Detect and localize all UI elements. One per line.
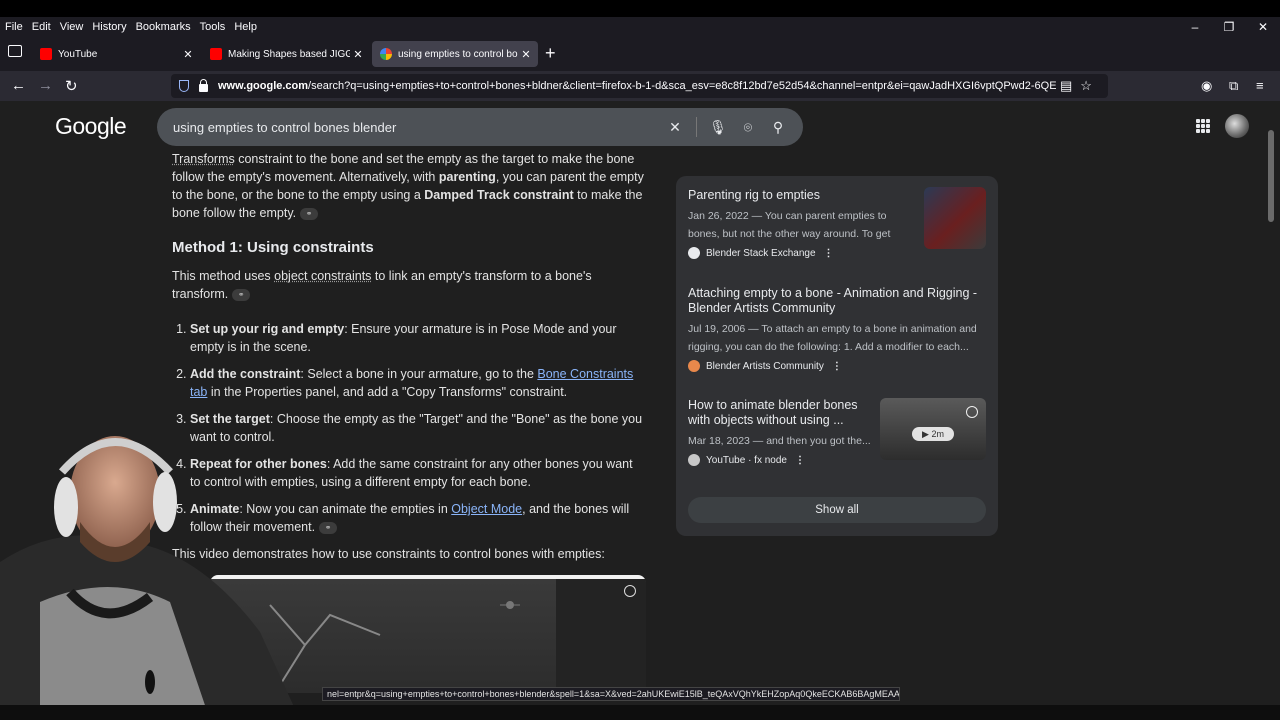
source-link-icon[interactable]: ⚭ — [300, 207, 319, 220]
blender-artists-icon — [688, 360, 700, 372]
intro-paragraph: Transforms constraint to the bone and se… — [172, 152, 644, 220]
webcam-overlay — [0, 432, 330, 720]
source-card-3[interactable]: How to animate blender bones with object… — [688, 398, 878, 466]
video-duration-badge: ▶ 2m — [912, 427, 954, 441]
avatar[interactable] — [1225, 114, 1249, 138]
search-input[interactable]: using empties to control bones blender — [173, 120, 660, 135]
address-bar[interactable]: www.google.com/search?q=using+empties+to… — [171, 74, 1108, 98]
lock-icon[interactable] — [199, 79, 208, 92]
screen-bottom-strip — [0, 705, 1280, 720]
channel-avatar-icon — [688, 454, 700, 466]
expand-video-icon[interactable] — [624, 585, 636, 597]
method-heading: Method 1: Using constraints — [172, 239, 374, 256]
tab-jiggle-video[interactable]: Making Shapes based JIGGLE C ✕ — [202, 41, 370, 67]
close-tab-icon[interactable]: ✕ — [180, 48, 196, 61]
youtube-icon — [210, 48, 222, 60]
tab-title: Making Shapes based JIGGLE C — [228, 48, 350, 60]
menu-help[interactable]: Help — [234, 21, 257, 33]
source-card-2[interactable]: Attaching empty to a bone - Animation an… — [688, 286, 988, 372]
clear-search-icon[interactable]: ✕ — [660, 119, 690, 136]
source-site: YouTube · fx node ⋮ — [688, 454, 878, 466]
tab-overview-icon[interactable] — [8, 45, 22, 57]
window-controls: – ❐ ✕ — [1178, 17, 1280, 37]
source-snippet: Mar 18, 2023 — and then you got the... — [688, 435, 871, 447]
restore-icon[interactable]: ❐ — [1212, 17, 1246, 37]
tab-youtube[interactable]: YouTube ✕ — [32, 41, 200, 67]
status-url: nel=entpr&q=using+empties+to+control+bon… — [322, 687, 900, 701]
source-site: Blender Artists Community ⋮ — [688, 360, 988, 372]
forward-arrow-icon[interactable]: → — [38, 77, 53, 94]
google-logo[interactable]: Google — [55, 113, 127, 140]
menu-bookmarks[interactable]: Bookmarks — [136, 21, 191, 33]
screen-top-strip — [0, 0, 1280, 17]
navigation-bar: ← → ↻ www.google.com/search?q=using+empt… — [0, 71, 1280, 101]
stack-exchange-icon — [688, 247, 700, 259]
close-tab-icon[interactable]: ✕ — [518, 48, 534, 61]
close-window-icon[interactable]: ✕ — [1246, 17, 1280, 37]
source-site: Blender Stack Exchange ⋮ — [688, 247, 908, 259]
tab-title: YouTube — [58, 48, 98, 60]
more-options-icon[interactable]: ⋮ — [832, 361, 842, 372]
list-item: Set up your rig and empty: Ensure your a… — [190, 320, 646, 356]
tab-title: using empties to control bones — [398, 48, 518, 60]
list-item: Add the constraint: Select a bone in you… — [190, 365, 646, 401]
show-all-button[interactable]: Show all — [688, 497, 986, 523]
tab-strip: YouTube ✕ Making Shapes based JIGGLE C ✕… — [0, 37, 1280, 71]
youtube-icon — [40, 48, 52, 60]
close-tab-icon[interactable]: ✕ — [350, 48, 366, 61]
bookmark-star-icon[interactable]: ☆ — [1080, 78, 1092, 94]
source-snippet: Jul 19, 2006 — To attach an empty to a b… — [688, 323, 977, 353]
object-mode-link[interactable]: Object Mode — [451, 502, 522, 516]
menu-history[interactable]: History — [92, 21, 126, 33]
search-divider — [696, 117, 697, 137]
page-scrollbar[interactable] — [1268, 130, 1274, 222]
menu-view[interactable]: View — [60, 21, 84, 33]
reload-icon[interactable]: ↻ — [65, 77, 78, 95]
streamer-figure — [0, 436, 300, 720]
more-options-icon[interactable]: ⋮ — [824, 248, 834, 259]
method-paragraph: This method uses object constraints to l… — [172, 269, 592, 301]
extensions-icon[interactable]: ⧉ — [1229, 78, 1238, 94]
tab-google-search[interactable]: using empties to control bones ✕ — [372, 41, 538, 67]
app-menu-icon[interactable]: ≡ — [1256, 78, 1264, 93]
voice-search-icon[interactable]: 🎙 — [703, 119, 733, 136]
source-thumbnail[interactable] — [924, 187, 986, 249]
source-snippet: Jan 26, 2022 — You can parent empties to… — [688, 210, 891, 240]
search-box[interactable]: using empties to control bones blender ✕… — [157, 108, 803, 146]
back-arrow-icon[interactable]: ← — [11, 77, 26, 94]
video-source-thumbnail[interactable]: ▶ 2m — [880, 398, 986, 460]
reader-view-icon[interactable]: ▤ — [1060, 78, 1072, 94]
lens-search-icon[interactable]: ⌾ — [733, 119, 763, 136]
google-icon — [380, 48, 392, 60]
source-link-icon[interactable]: ⚭ — [232, 288, 251, 301]
url-text: www.google.com/search?q=using+empties+to… — [218, 80, 1056, 92]
account-icon[interactable]: ◉ — [1201, 78, 1212, 94]
menu-tools[interactable]: Tools — [200, 21, 226, 33]
menu-file[interactable]: File — [5, 21, 23, 33]
tracking-shield-icon[interactable] — [179, 80, 189, 92]
menu-bar: File Edit View History Bookmarks Tools H… — [0, 17, 1280, 37]
minimize-icon[interactable]: – — [1178, 17, 1212, 37]
new-tab-icon[interactable]: + — [545, 43, 556, 64]
source-title[interactable]: Parenting rig to empties — [688, 188, 908, 203]
browser-window: File Edit View History Bookmarks Tools H… — [0, 0, 1280, 720]
search-icon[interactable]: ⚲ — [763, 119, 793, 136]
source-title[interactable]: Attaching empty to a bone - Animation an… — [688, 286, 988, 316]
source-title[interactable]: How to animate blender bones with object… — [688, 398, 878, 428]
google-apps-icon[interactable] — [1196, 119, 1210, 133]
source-card-1[interactable]: Parenting rig to empties Jan 26, 2022 — … — [688, 188, 908, 259]
object-constraints-term[interactable]: object constraints — [274, 269, 371, 283]
sources-panel: Parenting rig to empties Jan 26, 2022 — … — [676, 176, 998, 536]
expand-video-icon[interactable] — [966, 406, 978, 418]
transforms-term[interactable]: Transforms — [172, 152, 235, 166]
menu-edit[interactable]: Edit — [32, 21, 51, 33]
more-options-icon[interactable]: ⋮ — [795, 455, 805, 466]
